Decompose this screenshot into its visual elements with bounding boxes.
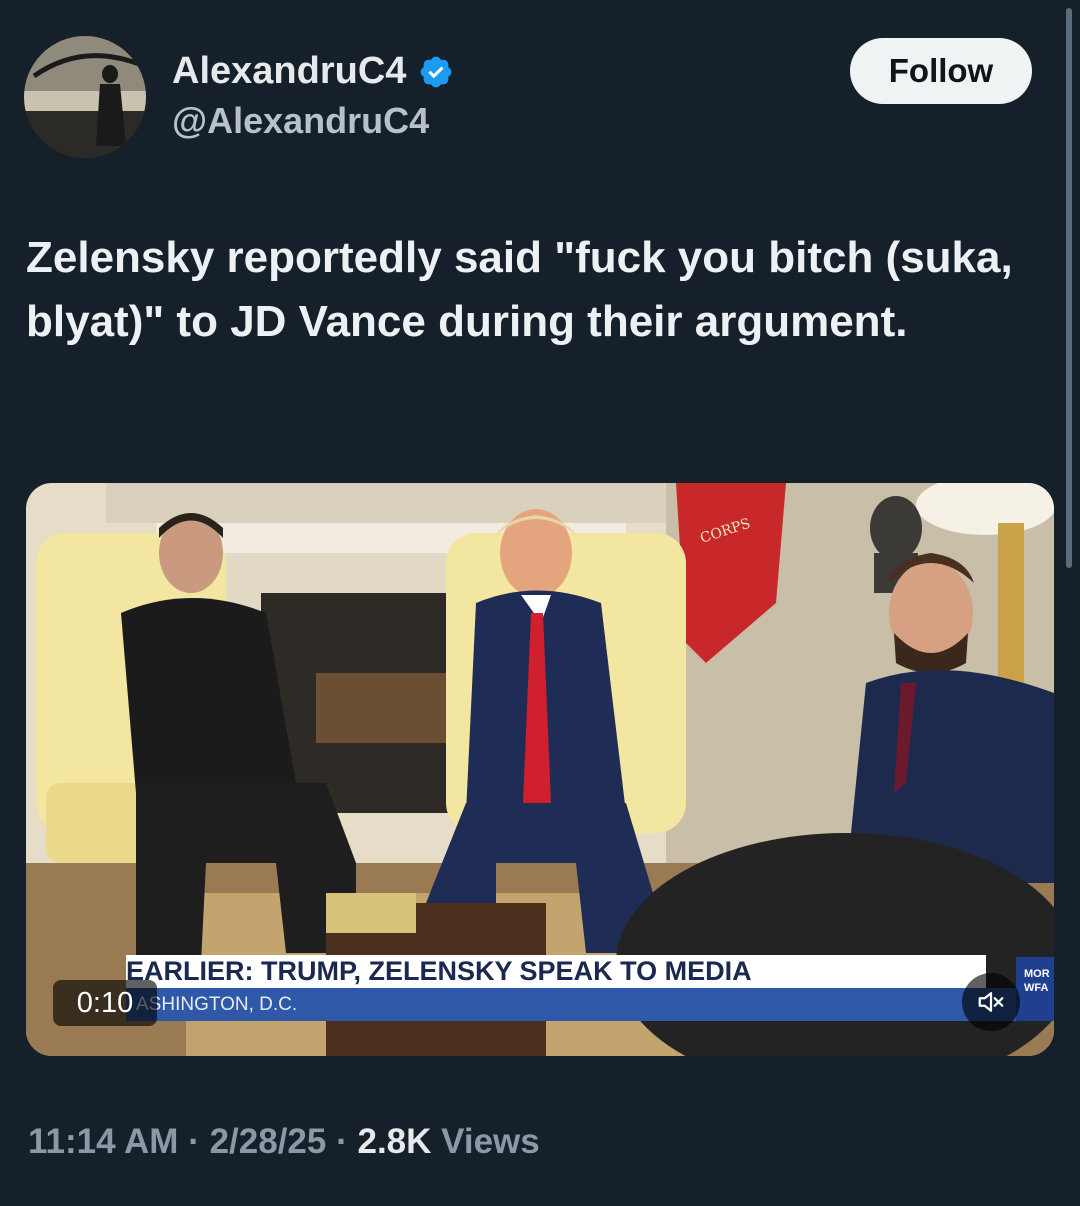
author-avatar[interactable] — [24, 36, 146, 158]
speaker-muted-icon — [978, 992, 1004, 1012]
views-count: 2.8K — [357, 1122, 432, 1161]
follow-button[interactable]: Follow — [850, 38, 1032, 104]
views-label: Views — [441, 1122, 540, 1161]
author-display-name[interactable]: AlexandruC4 — [172, 50, 406, 93]
network-side-tag: MOR WFA — [1016, 957, 1054, 1021]
author-name-row[interactable]: AlexandruC4 — [172, 50, 454, 93]
tweet-time[interactable]: 11:14 AM — [28, 1122, 178, 1161]
video-player[interactable]: CORPS EARLIER: TRUMP, ZELENSKY SPEAK TO … — [26, 483, 1054, 1056]
tweet-date[interactable]: 2/28/25 — [210, 1122, 327, 1161]
mute-button[interactable] — [962, 973, 1020, 1031]
side-tag-bottom: WFA — [1024, 982, 1049, 994]
author-handle[interactable]: @AlexandruC4 — [172, 100, 429, 142]
chyron-location: ASHINGTON, D.C. — [126, 988, 1054, 1021]
scrollbar-thumb[interactable] — [1066, 8, 1072, 568]
meta-separator: · — [336, 1122, 348, 1161]
verified-badge-icon — [421, 56, 452, 87]
chyron-headline: EARLIER: TRUMP, ZELENSKY SPEAK TO MEDIA — [126, 955, 986, 988]
meta-separator: · — [188, 1122, 200, 1161]
tweet-card: AlexandruC4 @AlexandruC4 Follow Zelensky… — [0, 0, 1080, 1206]
tweet-text: Zelensky reportedly said "fuck you bitch… — [26, 233, 1013, 346]
video-duration-badge: 0:10 — [53, 980, 157, 1026]
avatar-image — [24, 36, 146, 158]
tweet-metadata: 11:14 AM · 2/28/25 · 2.8K Views — [28, 1122, 540, 1162]
side-tag-top: MOR — [1024, 968, 1050, 980]
